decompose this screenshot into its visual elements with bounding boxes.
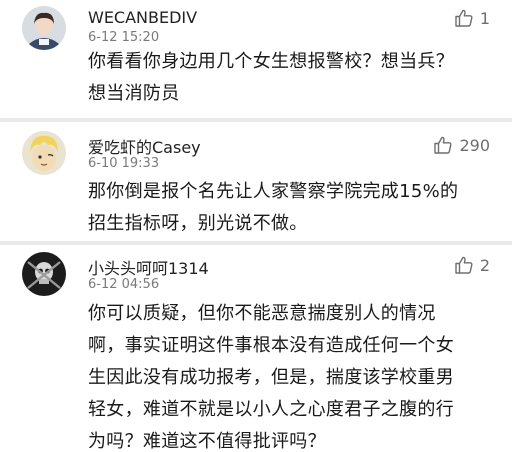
like-button[interactable]: 2: [454, 255, 490, 275]
timestamp: 6-12 15:20: [88, 30, 160, 45]
comment-item: 小头头呵呵1314 6-12 04:56 2 你可以质疑，但你不能恶意揣度别人的…: [0, 245, 512, 452]
like-button[interactable]: 290: [433, 135, 490, 155]
username[interactable]: WECANBEDIV: [88, 8, 197, 27]
like-count: 290: [459, 135, 490, 155]
like-count: 1: [479, 8, 490, 28]
like-button[interactable]: 1: [454, 8, 490, 28]
timestamp: 6-12 04:56: [88, 277, 160, 292]
comment-feed: WECANBEDIV 6-12 15:20 1 你看看你身边用几个女生想报警校？…: [0, 0, 512, 452]
avatar[interactable]: [22, 6, 66, 50]
avatar-image: [22, 131, 66, 175]
comment-text: 你看看你身边用几个女生想报警校？想当兵？ 想当消防员: [88, 51, 454, 104]
comment-text: 那你倒是报个名先让人家警察学院完成15%的 招生指标呀，别光说不做。: [88, 181, 459, 234]
avatar[interactable]: [22, 131, 66, 175]
comment-text: 你可以质疑，但你不能恶意揣度别人的情况 啊，事实证明这件事根本没有造成任何一个女…: [88, 303, 454, 452]
comment-item: 爱吃虾的Casey 6-10 19:33 290 那你倒是报个名先让人家警察学院…: [0, 122, 512, 241]
thumbs-up-icon: [434, 136, 452, 154]
like-count: 2: [479, 255, 490, 275]
avatar[interactable]: [22, 252, 66, 296]
comment-item: WECANBEDIV 6-12 15:20 1 你看看你身边用几个女生想报警校？…: [0, 0, 512, 118]
thumbs-up-icon: [455, 256, 473, 274]
avatar-image: [22, 6, 66, 50]
timestamp: 6-10 19:33: [88, 156, 160, 171]
username[interactable]: 爱吃虾的Casey: [88, 134, 201, 158]
thumbs-up-icon: [455, 9, 473, 27]
username[interactable]: 小头头呵呵1314: [88, 255, 209, 279]
avatar-image: [22, 252, 66, 296]
